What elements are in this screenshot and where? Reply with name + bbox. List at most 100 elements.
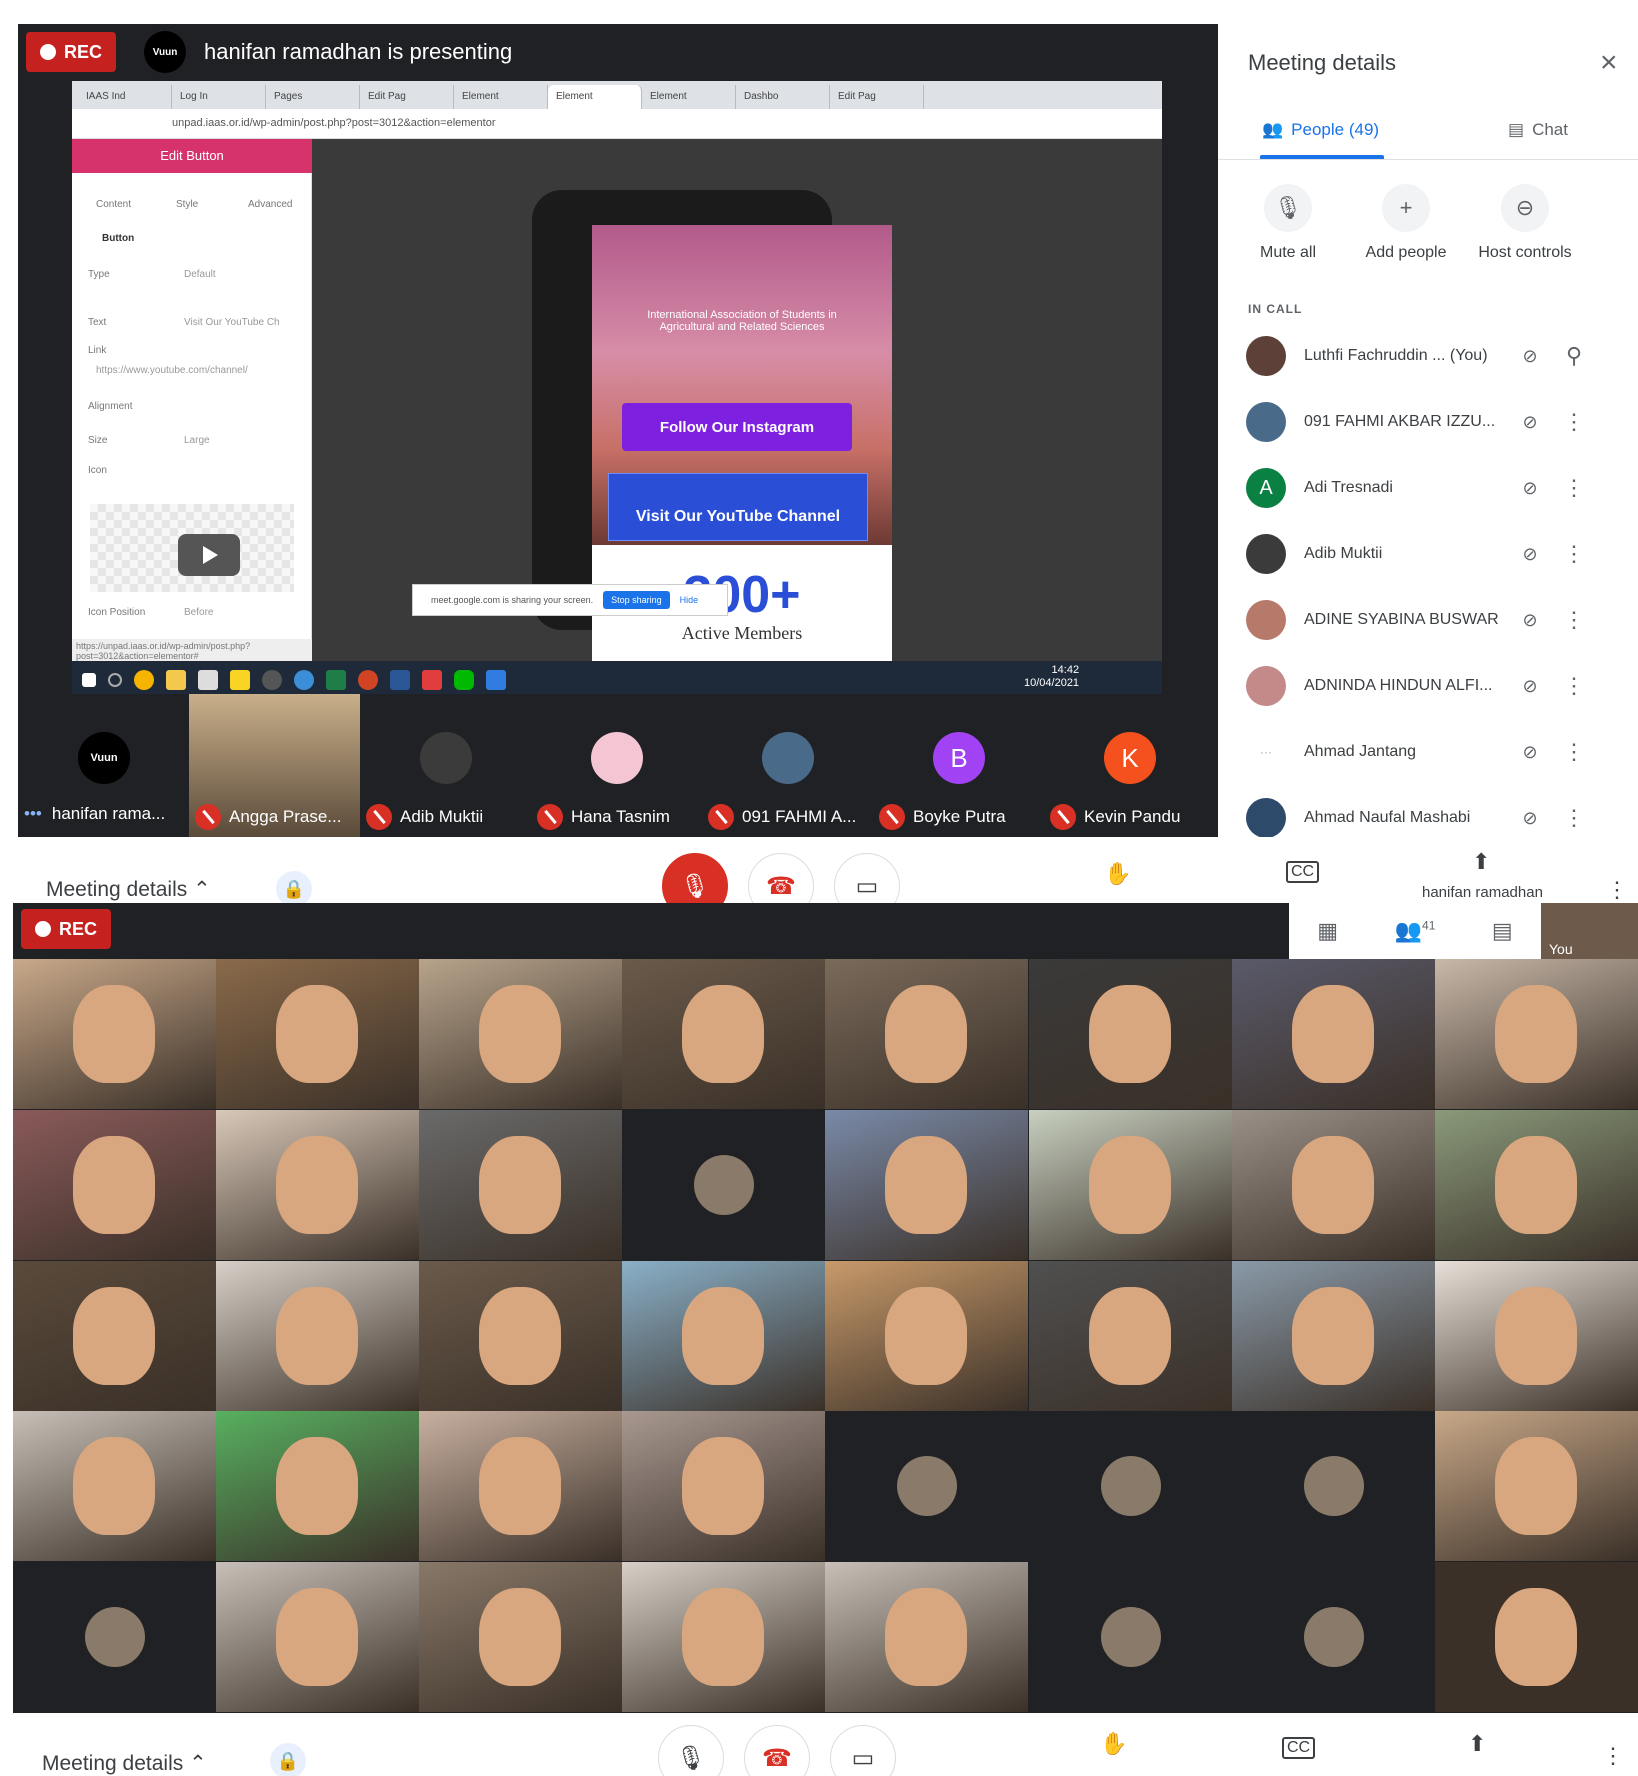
participant-video-tile[interactable]: [13, 1411, 216, 1562]
self-view-tile[interactable]: You: [1541, 903, 1638, 959]
film-tile[interactable]: Vuun ••• hanifan rama...: [18, 694, 189, 837]
camera-toggle-button[interactable]: ▭: [830, 1725, 896, 1776]
app-icon[interactable]: [262, 670, 282, 690]
lock-icon[interactable]: 🔒: [270, 1743, 306, 1776]
close-icon[interactable]: ×: [1600, 46, 1618, 80]
lock-icon[interactable]: 🔒: [276, 871, 312, 907]
participant-video-tile[interactable]: [419, 1562, 623, 1713]
participant-video-tile[interactable]: [622, 1260, 826, 1411]
elementor-value[interactable]: Visit Our YouTube Ch: [184, 317, 280, 328]
browser-tab[interactable]: IAAS Ind: [78, 85, 172, 109]
participant-row[interactable]: Adib Muktii ⊘ ⋮: [1246, 524, 1626, 584]
app-icon[interactable]: [422, 670, 442, 690]
participant-video-tile[interactable]: [825, 1411, 1029, 1562]
pin-icon[interactable]: ⚲: [1554, 343, 1594, 369]
leave-call-button[interactable]: ☎: [744, 1725, 810, 1776]
meeting-details-button[interactable]: Meeting details ⌃: [46, 877, 211, 902]
elementor-icon-preview[interactable]: [90, 504, 294, 592]
browser-tab-active[interactable]: Element: [548, 85, 642, 109]
elementor-tab-style[interactable]: Style: [176, 199, 198, 210]
present-icon[interactable]: ⬆: [1468, 1731, 1486, 1757]
participant-video-tile[interactable]: [216, 1562, 420, 1713]
film-tile[interactable]: K Kevin Pandu: [1044, 694, 1215, 837]
app-icon[interactable]: [486, 670, 506, 690]
search-icon[interactable]: [108, 673, 122, 687]
participant-row[interactable]: Luthfi Fachruddin ... (You) ⊘ ⚲: [1246, 326, 1626, 386]
participant-video-tile[interactable]: [622, 1411, 826, 1562]
elementor-value[interactable]: Before: [184, 607, 213, 618]
participant-video-tile[interactable]: [1231, 1411, 1435, 1562]
elementor-section-title[interactable]: Button: [102, 233, 134, 244]
browser-tab[interactable]: Log In: [172, 85, 266, 109]
film-tile[interactable]: 091 FAHMI A...: [702, 694, 873, 837]
browser-tab[interactable]: Pages: [266, 85, 360, 109]
people-button[interactable]: 👥41: [1395, 918, 1436, 944]
excel-icon[interactable]: [326, 670, 346, 690]
tab-chat[interactable]: ▤ Chat: [1508, 120, 1568, 140]
participant-video-tile[interactable]: [216, 1260, 420, 1411]
participant-video-tile[interactable]: [419, 959, 623, 1109]
elementor-value[interactable]: Large: [184, 435, 210, 446]
participant-video-tile[interactable]: [13, 1109, 216, 1260]
line-icon[interactable]: [454, 670, 474, 690]
browser-tab[interactable]: Element: [454, 85, 548, 109]
elementor-tab-advanced[interactable]: Advanced: [248, 199, 292, 210]
powerpoint-icon[interactable]: [358, 670, 378, 690]
more-options-icon[interactable]: ⋮: [1602, 1743, 1624, 1769]
participant-video-tile[interactable]: [1028, 1411, 1232, 1562]
participant-video-tile[interactable]: [216, 1109, 420, 1260]
more-icon[interactable]: ⋮: [1554, 541, 1594, 567]
host-controls-button[interactable]: ⊖ Host controls: [1455, 184, 1595, 262]
participant-video-tile[interactable]: [13, 959, 216, 1109]
participant-video-tile[interactable]: [1231, 1562, 1435, 1713]
browser-tab[interactable]: Element: [642, 85, 736, 109]
stop-sharing-button[interactable]: Stop sharing: [603, 591, 670, 609]
participant-row[interactable]: Ahmad Naufal Mashabi ⊘ ⋮: [1246, 788, 1626, 837]
participant-video-tile[interactable]: [1231, 1260, 1435, 1411]
participant-video-tile[interactable]: [1028, 959, 1232, 1109]
more-icon[interactable]: ⋮: [1554, 607, 1594, 633]
app-icon[interactable]: [198, 670, 218, 690]
participant-video-tile[interactable]: [622, 1562, 826, 1713]
browser-tab[interactable]: Edit Pag: [360, 85, 454, 109]
film-tile[interactable]: Adib Muktii: [360, 694, 531, 837]
mic-toggle-button[interactable]: 🎙: [658, 1725, 724, 1776]
captions-icon[interactable]: CC: [1282, 1737, 1316, 1759]
participant-video-tile[interactable]: [1434, 1562, 1638, 1713]
film-tile[interactable]: Angga Prase...: [189, 694, 360, 837]
windows-start-icon[interactable]: [82, 673, 96, 687]
chrome-icon[interactable]: [134, 670, 154, 690]
browser-tab[interactable]: Dashbo: [736, 85, 830, 109]
participant-video-tile[interactable]: [622, 1109, 826, 1260]
browser-tab[interactable]: Edit Pag: [830, 85, 924, 109]
participant-row[interactable]: A Adi Tresnadi ⊘ ⋮: [1246, 458, 1626, 518]
youtube-button[interactable]: Visit Our YouTube Channel: [608, 473, 868, 541]
participant-video-tile[interactable]: [1434, 1411, 1638, 1562]
participant-video-tile[interactable]: [419, 1411, 623, 1562]
participant-video-tile[interactable]: [1434, 959, 1638, 1109]
notes-icon[interactable]: [230, 670, 250, 690]
participant-video-tile[interactable]: [1434, 1260, 1638, 1411]
browser-url-bar[interactable]: unpad.iaas.or.id/wp-admin/post.php?post=…: [72, 109, 1162, 139]
participant-video-tile[interactable]: [1028, 1562, 1232, 1713]
elementor-value[interactable]: https://www.youtube.com/channel/: [96, 365, 248, 376]
tab-people[interactable]: 👥 People (49): [1262, 120, 1379, 140]
film-tile[interactable]: Hana Tasnim: [531, 694, 702, 837]
participant-video-tile[interactable]: [216, 959, 420, 1109]
hide-button[interactable]: Hide: [680, 595, 699, 605]
chat-icon[interactable]: ▤: [1492, 918, 1513, 944]
participant-row[interactable]: ADINE SYABINA BUSWAR ⊘ ⋮: [1246, 590, 1626, 650]
more-options-icon[interactable]: ⋮: [1606, 877, 1628, 903]
captions-icon[interactable]: CC: [1286, 861, 1320, 883]
participant-video-tile[interactable]: [1231, 1109, 1435, 1260]
more-icon[interactable]: ⋮: [1554, 409, 1594, 435]
participant-video-tile[interactable]: [622, 959, 826, 1109]
raise-hand-icon[interactable]: ✋: [1104, 861, 1131, 887]
elementor-tab-content[interactable]: Content: [96, 199, 131, 210]
participant-video-tile[interactable]: [419, 1109, 623, 1260]
participant-video-tile[interactable]: [825, 959, 1029, 1109]
more-icon[interactable]: ⋮: [1554, 805, 1594, 831]
instagram-button[interactable]: Follow Our Instagram: [622, 403, 852, 451]
participant-video-tile[interactable]: [1028, 1260, 1232, 1411]
more-options-icon[interactable]: •••: [24, 804, 42, 824]
